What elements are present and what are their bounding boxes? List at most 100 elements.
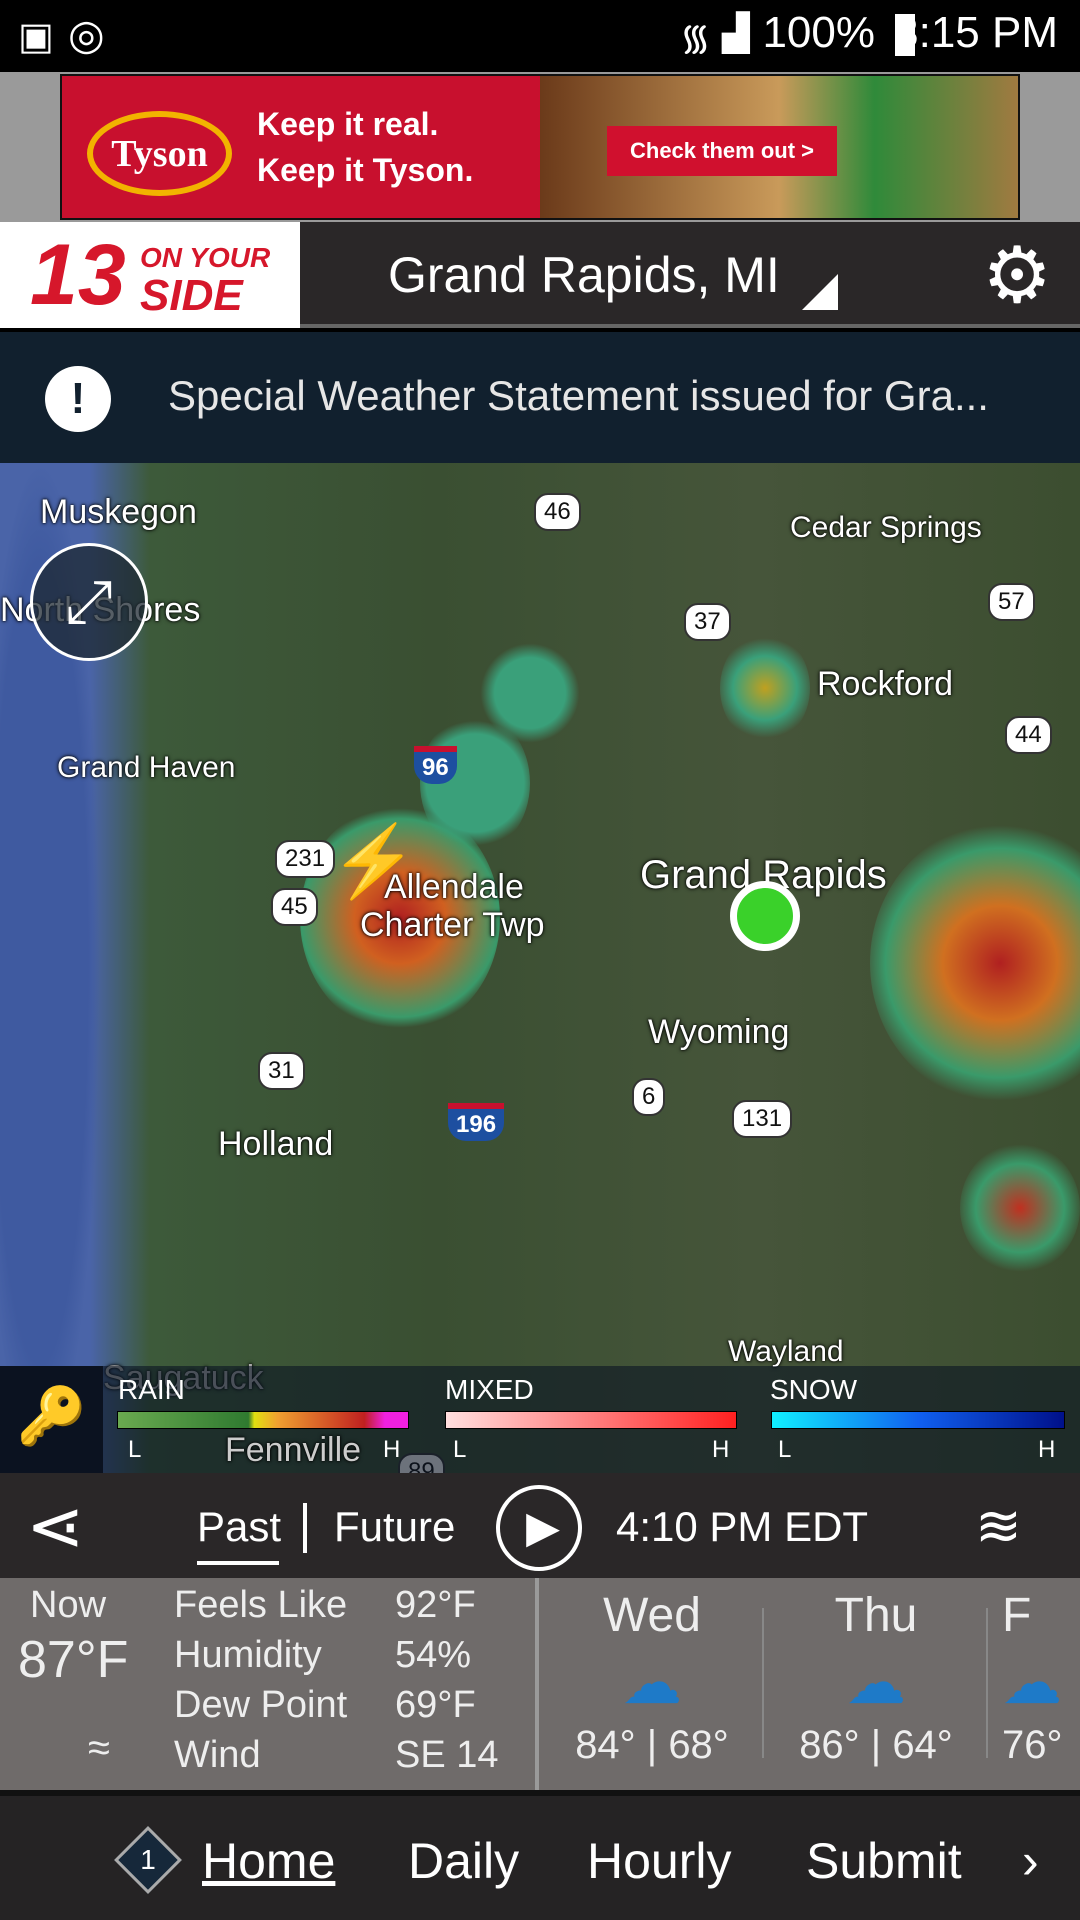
route-shield: 46 bbox=[534, 493, 581, 531]
active-tab-underline bbox=[197, 1561, 279, 1565]
showers-cloud-icon: ☁ bbox=[846, 1649, 906, 1716]
high-temp: 76° bbox=[1002, 1723, 1063, 1767]
key-icon[interactable]: 🔑 bbox=[0, 1366, 103, 1473]
status-bar: ▣ ◎ ᯾ ▟ 100% 3:15 PM bbox=[0, 0, 1080, 72]
legend-high: H bbox=[712, 1436, 730, 1463]
nav-daily[interactable]: Daily bbox=[408, 1832, 519, 1890]
map-label: Holland bbox=[218, 1125, 334, 1163]
humidity-label: Humidity bbox=[174, 1634, 322, 1676]
map-label: Fennville bbox=[225, 1431, 362, 1469]
tyson-logo: Tyson bbox=[87, 111, 232, 196]
location-selector[interactable]: Grand Rapids, MI bbox=[388, 246, 780, 304]
legend-low: L bbox=[778, 1436, 792, 1463]
nav-submit[interactable]: Submit bbox=[806, 1832, 962, 1890]
gear-icon[interactable]: ⚙ bbox=[982, 236, 1052, 314]
current-temp: 87°F bbox=[18, 1631, 129, 1689]
nav-hourly[interactable]: Hourly bbox=[587, 1832, 731, 1890]
app-header: 13 ON YOUR SIDE Grand Rapids, MI ⚙ bbox=[0, 222, 1080, 328]
forecast-day[interactable]: F ☁ 76° bbox=[1002, 1578, 1080, 1790]
route-shield: 231 bbox=[275, 840, 336, 878]
map-label: Charter Twp bbox=[360, 906, 545, 944]
battery-level: 100% bbox=[762, 8, 875, 57]
wind-label: Wind bbox=[174, 1734, 261, 1776]
weather-alert-banner[interactable]: ! Special Weather Statement issued for G… bbox=[0, 332, 1080, 463]
alert-text[interactable]: Special Weather Statement issued for Gra… bbox=[168, 372, 989, 420]
legend-rain-label: RAIN bbox=[118, 1374, 185, 1405]
dropdown-triangle-icon[interactable] bbox=[802, 274, 838, 310]
map-label: Rockford bbox=[817, 665, 954, 703]
legend-mixed-label: MIXED bbox=[445, 1374, 534, 1405]
layers-icon[interactable]: ≋ bbox=[975, 1493, 1022, 1559]
chevron-right-icon[interactable]: › bbox=[1022, 1832, 1039, 1890]
map-label: Muskegon bbox=[40, 493, 197, 531]
snow-scale-bar bbox=[771, 1411, 1065, 1429]
feels-like-value: 92°F bbox=[395, 1584, 476, 1626]
legend-high: H bbox=[383, 1436, 401, 1463]
station-logo[interactable]: 13 ON YOUR SIDE bbox=[0, 222, 300, 328]
route-shield: 6 bbox=[632, 1078, 666, 1116]
route-shield: 44 bbox=[1005, 716, 1052, 754]
legend-low: L bbox=[128, 1436, 142, 1463]
radar-timestamp: 4:10 PM EDT bbox=[616, 1503, 869, 1550]
radar-rain bbox=[480, 643, 580, 743]
radar-storm bbox=[960, 1143, 1080, 1273]
day-name: Thu bbox=[834, 1589, 918, 1642]
forecast-day[interactable]: Wed ☁ 84° | 68° bbox=[540, 1578, 764, 1790]
clock: 3:15 PM bbox=[894, 8, 1058, 57]
map-label: Cedar Springs bbox=[790, 511, 982, 544]
share-icon[interactable]: ⋖ bbox=[26, 1485, 85, 1567]
legend-high: H bbox=[1038, 1436, 1056, 1463]
image-icon: ▣ bbox=[18, 16, 54, 58]
ad-cta-button[interactable]: Check them out > bbox=[607, 126, 837, 176]
dew-point-value: 69°F bbox=[395, 1684, 476, 1726]
route-shield: 31 bbox=[258, 1052, 305, 1090]
nav-home[interactable]: Home bbox=[202, 1832, 335, 1890]
future-tab[interactable]: Future bbox=[334, 1503, 455, 1551]
panel-divider bbox=[535, 1578, 539, 1790]
high-low: 84° | 68° bbox=[575, 1723, 729, 1767]
interstate-shield: 196 bbox=[448, 1103, 505, 1141]
day-divider bbox=[986, 1608, 988, 1758]
bottom-nav: 1 Home Daily Hourly Submit › bbox=[0, 1790, 1080, 1920]
route-shield: 45 bbox=[271, 888, 318, 926]
lightning-icon: ⚡ bbox=[330, 822, 418, 900]
map-label: Grand Haven bbox=[57, 751, 236, 784]
wifi-icon: ᯾ bbox=[680, 17, 711, 58]
ad-tagline: Keep it real. Keep it Tyson. bbox=[257, 106, 474, 188]
humidity-value: 54% bbox=[395, 1634, 472, 1676]
forecast-day[interactable]: Thu ☁ 86° | 64° bbox=[764, 1578, 988, 1790]
sync-icon: ◎ bbox=[68, 11, 105, 58]
interstate-shield: 96 bbox=[414, 746, 457, 784]
radar-rain bbox=[720, 633, 810, 743]
radar-storm bbox=[870, 823, 1080, 1103]
route-shield: 131 bbox=[732, 1100, 793, 1138]
notification-badge[interactable]: 1 bbox=[114, 1826, 182, 1894]
map-label: Wyoming bbox=[648, 1013, 790, 1051]
radar-controls: ⋖ Past Future ▶ 4:10 PM EDT ≋ bbox=[0, 1473, 1080, 1578]
map-label: Wayland bbox=[728, 1335, 844, 1368]
signal-icon: ▟ bbox=[722, 12, 750, 53]
past-tab[interactable]: Past bbox=[197, 1503, 281, 1551]
feels-like-label: Feels Like bbox=[174, 1584, 348, 1626]
legend-low: L bbox=[453, 1436, 467, 1463]
mixed-scale-bar bbox=[445, 1411, 737, 1429]
rain-cloud-icon: ☁ bbox=[1002, 1649, 1062, 1716]
radar-map[interactable]: Muskegon North Shores Grand Haven Allend… bbox=[0, 463, 1080, 1473]
radar-legend: 🔑 RAIN L H MIXED L H SNOW L H bbox=[0, 1366, 1080, 1473]
wind-icon: ≈ bbox=[88, 1726, 110, 1770]
legend-snow-label: SNOW bbox=[770, 1374, 858, 1405]
tab-divider bbox=[303, 1503, 307, 1553]
day-name: F bbox=[1002, 1589, 1032, 1642]
ad-banner[interactable]: Tyson Keep it real. Keep it Tyson. Check … bbox=[0, 72, 1080, 222]
current-location-marker bbox=[730, 881, 800, 951]
rain-cloud-icon: ☁ bbox=[622, 1649, 682, 1716]
high-low: 86° | 64° bbox=[799, 1723, 953, 1767]
ad-creative[interactable]: Tyson Keep it real. Keep it Tyson. Check … bbox=[60, 74, 1020, 220]
dew-point-label: Dew Point bbox=[174, 1684, 348, 1726]
play-icon[interactable]: ▶ bbox=[496, 1485, 582, 1571]
route-shield: 57 bbox=[988, 583, 1035, 621]
fullscreen-expand-icon[interactable]: ⤢ bbox=[30, 543, 148, 661]
current-conditions-panel[interactable]: Now 87°F ≈ Feels Like 92°F Humidity 54% … bbox=[0, 1578, 1080, 1790]
day-name: Wed bbox=[603, 1589, 701, 1642]
now-label: Now bbox=[30, 1584, 107, 1626]
